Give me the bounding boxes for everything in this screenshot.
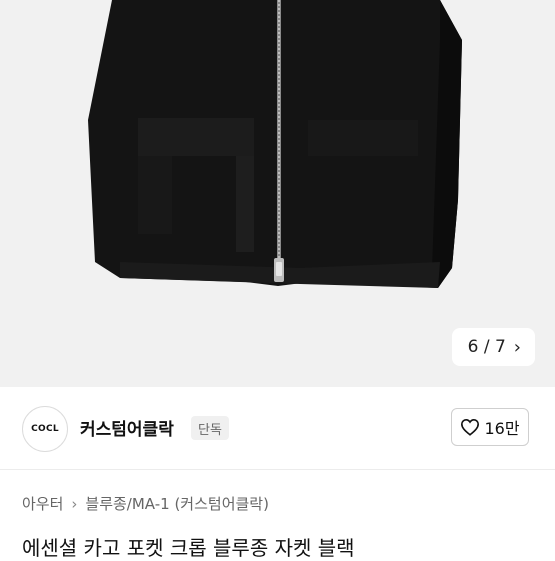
seller-logo[interactable]: COCL (22, 406, 68, 452)
chevron-right-icon: › (71, 494, 78, 513)
heart-outline-icon (461, 418, 480, 436)
seller-logo-text: COCL (31, 424, 59, 434)
product-image-gallery[interactable]: 6 / 7 › (0, 0, 555, 387)
product-title: 에센셜 카고 포켓 크롭 블루종 자켓 블랙 (22, 536, 355, 560)
seller-name[interactable]: 커스텀어클락 (80, 415, 174, 440)
breadcrumb-item-blouson[interactable]: 블루종/MA-1 (커스텀어클락) (85, 493, 269, 514)
chevron-right-icon[interactable]: › (514, 337, 521, 358)
image-page-indicator[interactable]: 6 / 7 › (451, 328, 535, 366)
like-count: 16만 (484, 419, 520, 438)
seller-row: COCL 커스텀어클락 단독 16만 (0, 387, 555, 470)
exclusive-badge: 단독 (191, 416, 229, 440)
page-indicator-text: 6 / 7 (467, 337, 506, 357)
like-button[interactable]: 16만 (451, 408, 529, 446)
breadcrumb-item-outer[interactable]: 아우터 (22, 493, 63, 514)
breadcrumb: 아우터 › 블루종/MA-1 (커스텀어클락) (22, 493, 269, 514)
